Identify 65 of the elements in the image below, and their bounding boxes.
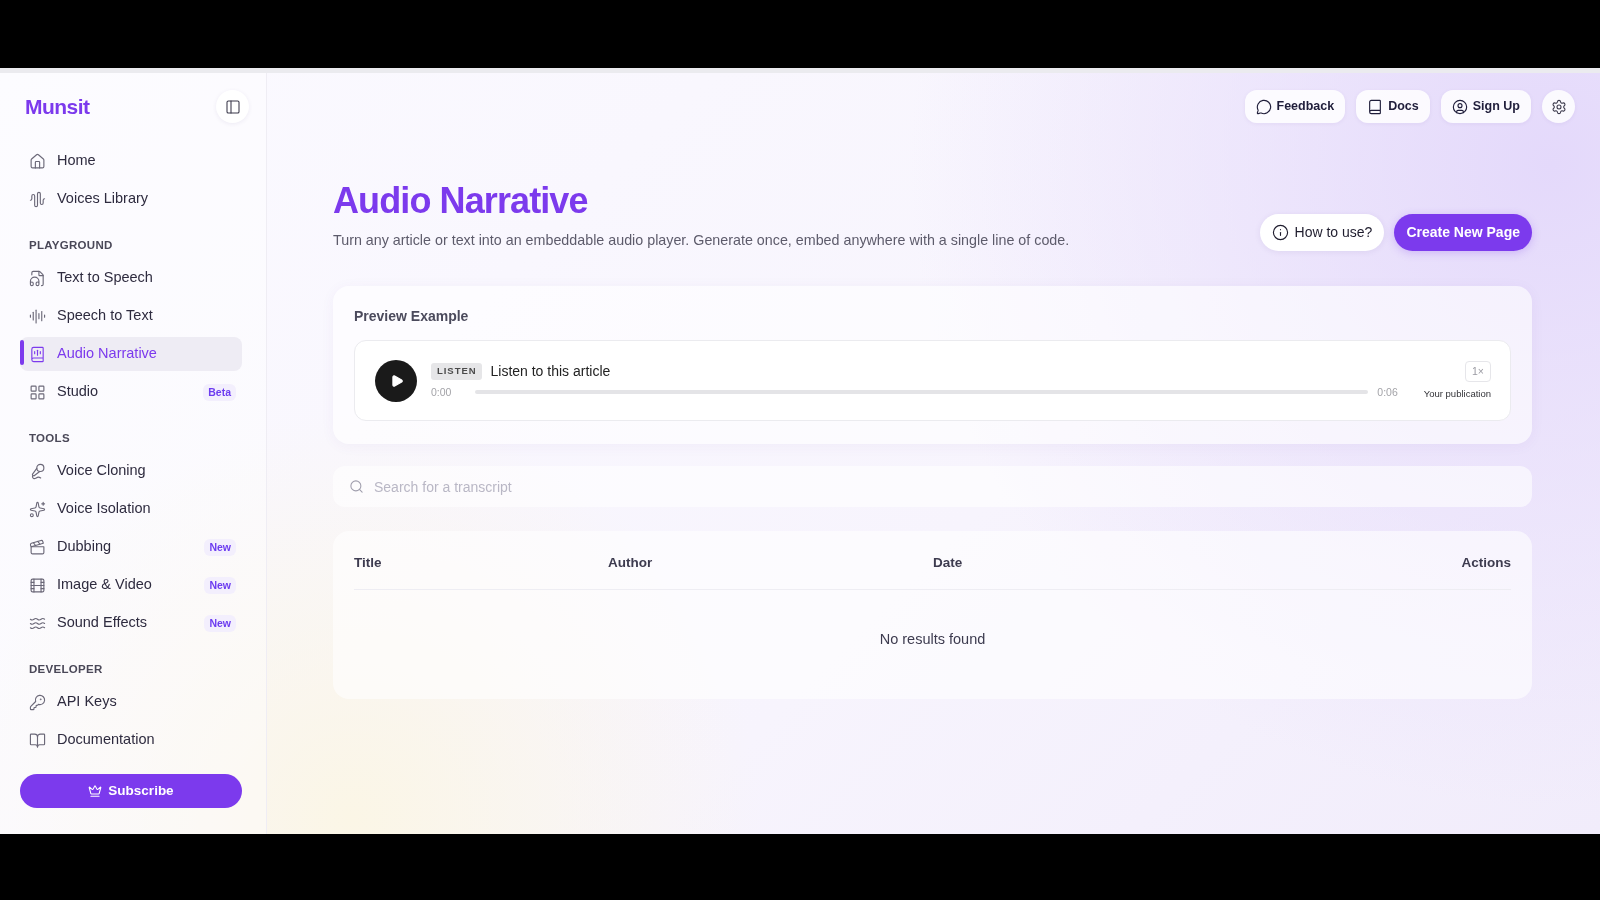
section-heading: PLAYGROUND bbox=[29, 238, 113, 252]
nav-item[interactable]: Documentation bbox=[20, 723, 242, 757]
column-header: Author bbox=[608, 554, 653, 572]
publication-label: Your publication bbox=[1423, 388, 1491, 400]
user-circle-icon bbox=[1451, 98, 1468, 115]
page-title: Audio Narrative bbox=[333, 180, 588, 222]
logo[interactable]: Munsit bbox=[25, 90, 90, 123]
nav-item[interactable]: Text to Speech bbox=[20, 261, 242, 295]
column-header: Actions bbox=[1461, 554, 1511, 572]
nav-item[interactable]: Studio Beta bbox=[20, 375, 242, 409]
nav-badge: New bbox=[204, 614, 236, 632]
waveform-icon bbox=[29, 190, 46, 208]
nav-badge: New bbox=[204, 538, 236, 556]
settings-button[interactable] bbox=[1542, 90, 1575, 123]
nav-item[interactable]: API Keys bbox=[20, 685, 242, 719]
audio-book-icon bbox=[29, 345, 46, 363]
crown-icon bbox=[88, 784, 103, 798]
file-headphones-icon bbox=[29, 269, 46, 287]
preview-title: Preview Example bbox=[354, 307, 469, 326]
chat-bubble-icon bbox=[1255, 98, 1272, 115]
time-label: 0:00 bbox=[431, 385, 453, 399]
nav-item[interactable]: Dubbing New bbox=[20, 530, 242, 564]
clapperboard-icon bbox=[29, 538, 46, 556]
header-button[interactable]: Sign Up bbox=[1440, 90, 1531, 123]
key-icon bbox=[29, 693, 46, 711]
play-button[interactable] bbox=[375, 359, 417, 402]
time-label: 0:06 bbox=[1377, 385, 1398, 399]
sparkles-icon bbox=[29, 500, 46, 518]
column-header: Date bbox=[933, 554, 963, 572]
nav-item[interactable]: Voice Cloning bbox=[20, 454, 242, 488]
info-icon bbox=[1271, 224, 1289, 241]
nav-item[interactable]: Sound Effects New bbox=[20, 606, 242, 640]
film-icon bbox=[29, 576, 46, 594]
search-icon bbox=[349, 479, 364, 494]
nav-item[interactable]: Home bbox=[20, 144, 242, 178]
help-button[interactable]: How to use? bbox=[1259, 214, 1385, 251]
grid-icon bbox=[29, 383, 46, 401]
section-heading: TOOLS bbox=[29, 431, 70, 445]
section-heading: DEVELOPER bbox=[29, 662, 103, 676]
nav-item[interactable]: Image & Video New bbox=[20, 568, 242, 602]
player-title: Listen to this article bbox=[490, 362, 611, 380]
nav-item[interactable]: Voice Isolation bbox=[20, 492, 242, 526]
create-page-button[interactable]: Create New Page bbox=[1394, 214, 1532, 251]
empty-table-message: No results found bbox=[879, 630, 986, 649]
microphone-icon bbox=[29, 462, 46, 480]
column-header: Title bbox=[354, 554, 382, 572]
search-field[interactable]: Search for a transcript bbox=[333, 466, 1532, 507]
header-button[interactable]: Docs bbox=[1356, 90, 1430, 123]
nav-item[interactable]: Speech to Text bbox=[20, 299, 242, 333]
sidebar-toggle-button[interactable] bbox=[216, 90, 249, 123]
nav-badge: Beta bbox=[203, 383, 236, 401]
home-icon bbox=[29, 152, 46, 170]
nav-item[interactable]: Voices Library bbox=[20, 182, 242, 216]
header-button[interactable]: Feedback bbox=[1244, 90, 1346, 123]
open-book-icon bbox=[29, 731, 46, 749]
settings-icon bbox=[1550, 98, 1567, 115]
nav-badge: New bbox=[204, 576, 236, 594]
sound-bars-icon bbox=[29, 307, 46, 325]
book-icon bbox=[1367, 98, 1384, 115]
subscribe-button[interactable]: Subscribe bbox=[20, 774, 242, 808]
listen-badge: LISTEN bbox=[431, 362, 483, 380]
nav-item[interactable]: Audio Narrative bbox=[20, 337, 242, 371]
panel-icon bbox=[224, 98, 241, 115]
play-icon bbox=[390, 373, 404, 388]
page-subtitle: Turn any article or text into an embeddable audio player. Generate once, embed anywhere with a single line of code. bbox=[333, 231, 1070, 250]
